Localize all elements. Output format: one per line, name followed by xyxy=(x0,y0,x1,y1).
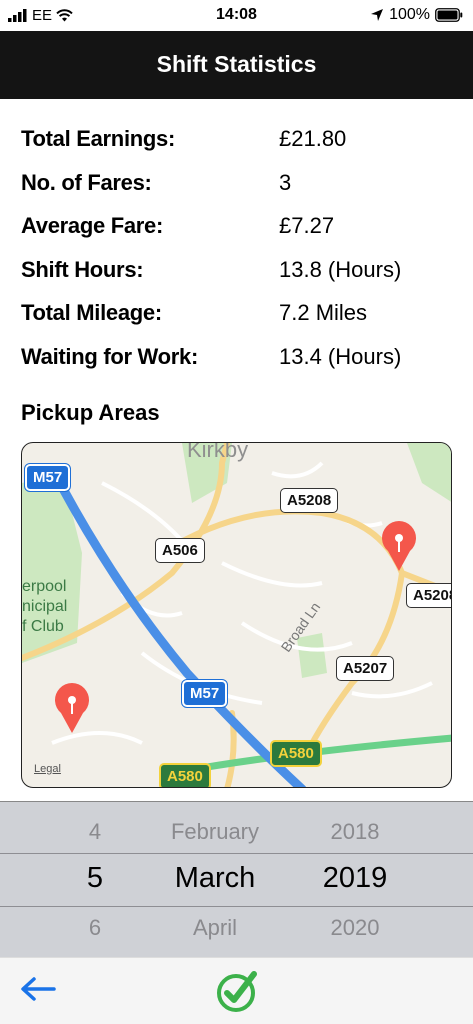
stat-value: 7.2 Miles xyxy=(279,300,368,326)
location-arrow-icon xyxy=(371,9,384,21)
pickup-areas-title: Pickup Areas xyxy=(21,400,160,425)
stat-row-shift-hours: Shift Hours: 13.8 (Hours) xyxy=(21,249,461,293)
map-legal-link[interactable]: Legal xyxy=(34,763,61,775)
page-title: Shift Statistics xyxy=(156,51,317,77)
left-arrow-icon xyxy=(21,977,56,1001)
stat-label: Average Fare: xyxy=(21,213,164,239)
stat-row-fares: No. of Fares: 3 xyxy=(21,162,461,206)
stat-value: 13.4 (Hours) xyxy=(279,343,402,369)
stat-row-mileage: Total Mileage: 7.2 Miles xyxy=(21,292,461,336)
bottom-toolbar xyxy=(0,957,473,1024)
picker-year[interactable]: 2019 xyxy=(305,862,405,895)
status-bar: EE 14:08 100% xyxy=(0,0,473,31)
map-poi-label: erpool nicipal f Club xyxy=(22,578,68,635)
picker-month[interactable]: April xyxy=(130,915,300,941)
map-pin-icon[interactable] xyxy=(53,683,91,735)
back-button[interactable] xyxy=(18,974,58,1004)
picker-day[interactable]: 5 xyxy=(68,862,122,895)
road-sign-a506: A506 xyxy=(155,538,205,563)
picker-day[interactable]: 4 xyxy=(68,819,122,845)
shift-stats: Total Earnings: £21.80 No. of Fares: 3 A… xyxy=(21,118,461,380)
road-sign-a580: A580 xyxy=(159,763,211,787)
nav-bar: Shift Statistics xyxy=(0,31,473,99)
road-sign-a5207: A5207 xyxy=(336,656,395,681)
pickup-map[interactable]: Kirkby Broad Ln erpool nicipal f Club M5… xyxy=(21,442,452,788)
stat-value: £21.80 xyxy=(279,126,347,151)
stat-label: Total Mileage: xyxy=(21,300,162,326)
picker-year[interactable]: 2018 xyxy=(305,819,405,845)
status-right: 100% xyxy=(370,6,463,24)
picker-month[interactable]: February xyxy=(130,819,300,845)
picker-selection-top xyxy=(0,853,473,854)
road-sign-a580: A580 xyxy=(270,740,322,767)
date-picker[interactable]: 4 February 2018 5 March 2019 6 April 202… xyxy=(0,801,473,957)
stat-value: 3 xyxy=(279,169,292,195)
picker-year[interactable]: 2020 xyxy=(305,915,405,941)
stat-value: 13.8 (Hours) xyxy=(279,256,402,282)
map-pin-icon[interactable] xyxy=(380,521,418,573)
stat-label: Waiting for Work: xyxy=(21,343,198,369)
map-background xyxy=(22,443,451,787)
stat-label: Shift Hours: xyxy=(21,256,144,282)
check-circle-icon xyxy=(217,971,257,1012)
picker-row-next[interactable]: 6 April 2020 xyxy=(0,909,473,957)
road-sign-m57: M57 xyxy=(23,463,72,492)
stat-row-average-fare: Average Fare: £7.27 xyxy=(21,205,461,249)
road-sign-a5208: A5208 xyxy=(280,488,339,513)
road-sign-m57: M57 xyxy=(180,679,229,708)
battery-percent: 100% xyxy=(389,6,430,23)
stat-label: Total Earnings: xyxy=(21,126,175,151)
battery-icon xyxy=(435,8,463,22)
map-town-label: Kirkby xyxy=(187,442,249,462)
stat-row-waiting: Waiting for Work: 13.4 (Hours) xyxy=(21,336,461,380)
picker-day[interactable]: 6 xyxy=(68,915,122,941)
stat-value: £7.27 xyxy=(279,213,335,239)
done-button[interactable] xyxy=(214,966,258,1016)
picker-selection-bottom xyxy=(0,906,473,907)
picker-row-selected[interactable]: 5 March 2019 xyxy=(0,856,473,906)
stat-row-total-earnings: Total Earnings: £21.80 xyxy=(21,118,461,162)
road-sign-a5208: A5208 xyxy=(406,583,451,608)
stat-label: No. of Fares: xyxy=(21,169,152,195)
picker-month[interactable]: March xyxy=(130,862,300,895)
